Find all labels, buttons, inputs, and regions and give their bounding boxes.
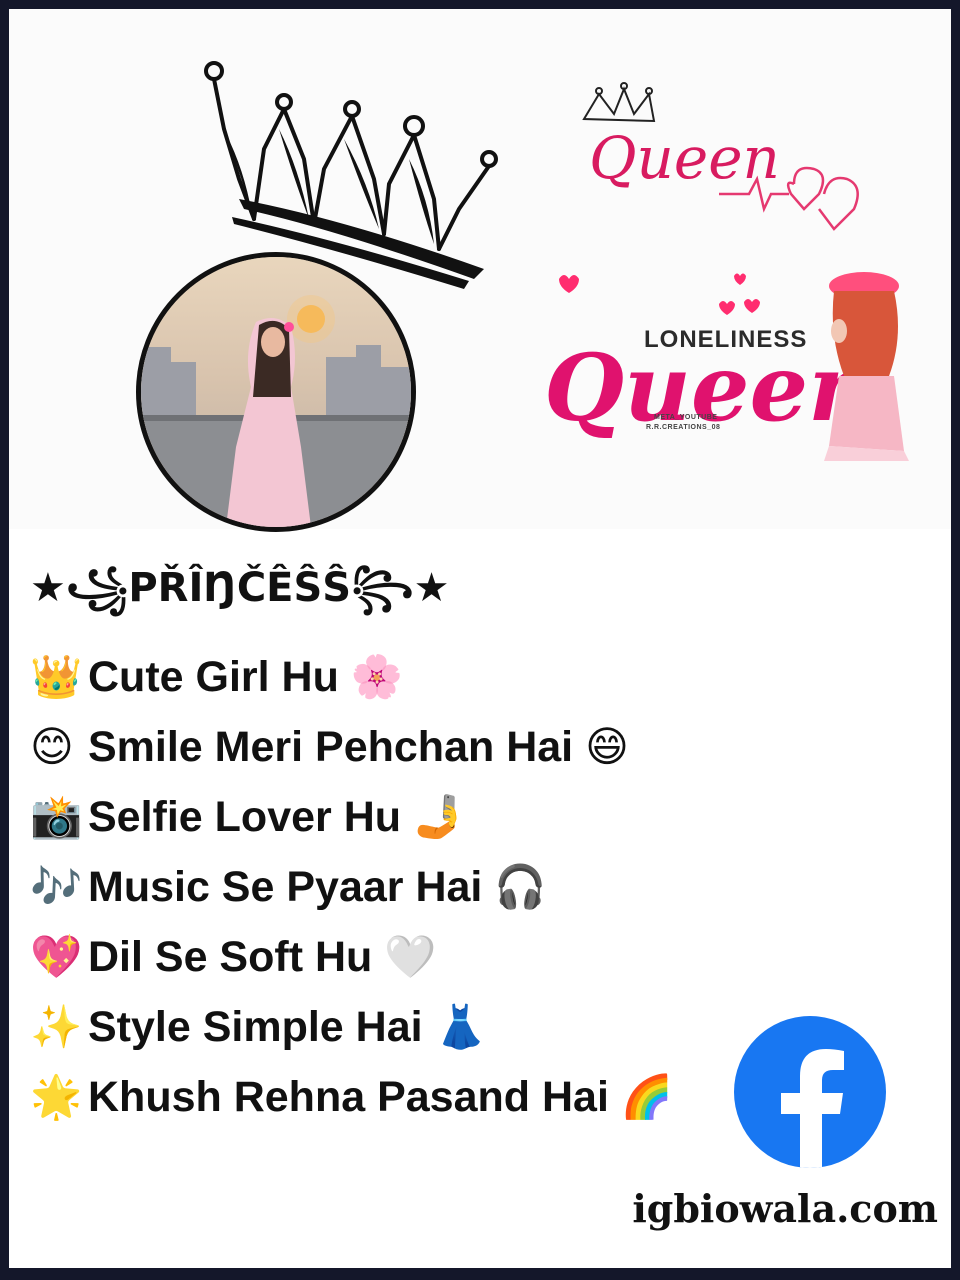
grin-emoji-icon: 😄 [585, 722, 629, 771]
hearts-icon [559, 273, 760, 315]
heartbeat-hearts-icon [719, 166, 859, 231]
bio-line: 🎶 Music Se Pyaar Hai 🎧 [30, 858, 673, 928]
crown-emoji-icon: 👑 [30, 652, 83, 701]
bio-line: 🌟 Khush Rehna Pasand Hai 🌈 [30, 1068, 673, 1138]
blossom-emoji-icon: 🌸 [350, 652, 404, 701]
headphones-emoji-icon: 🎧 [494, 862, 547, 911]
bio-list: 👑 Cute Girl Hu 🌸 😊 Smile Meri Pehchan Hai … [30, 648, 673, 1138]
smile-emoji-icon: 😊 [30, 722, 74, 771]
small-crown-icon [582, 82, 656, 123]
sparkles-emoji-icon: ✨ [30, 1002, 83, 1051]
rainbow-emoji-icon: 🌈 [620, 1072, 674, 1121]
loneliness-queen-logo: LONELINESS Queen META_YOUTUBE R.R.CREATI… [524, 264, 919, 469]
bio-line: 👑 Cute Girl Hu 🌸 [30, 648, 673, 718]
music-notes-emoji-icon: 🎶 [30, 862, 83, 911]
facebook-icon[interactable] [734, 1016, 886, 1168]
bio-line: ✨ Style Simple Hai 👗 [30, 998, 673, 1068]
bio-text: Selfie Lover Hu [88, 793, 402, 841]
page-title: ★꧁PŘÎŊČÊŜŜ꧂★ [30, 565, 450, 611]
bio-line: 😊 Smile Meri Pehchan Hai 😄 [30, 718, 673, 788]
bio-line: 📸 Selfie Lover Hu 🤳 [30, 788, 673, 858]
bio-text: Cute Girl Hu [88, 653, 339, 701]
hero-collage: Queen LONELINESS Queen META_YOUTUBE R.R.… [9, 9, 951, 532]
camera-flash-emoji-icon: 📸 [30, 792, 83, 841]
crown-icon [204, 61, 498, 289]
credit-line-1: META_YOUTUBE [654, 414, 718, 421]
dress-emoji-icon: 👗 [434, 1002, 487, 1051]
queen-logo: Queen [569, 79, 869, 249]
bio-text: Style Simple Hai [88, 1003, 423, 1051]
sparkling-heart-emoji-icon: 💖 [30, 932, 83, 981]
glowing-star-emoji-icon: 🌟 [30, 1072, 83, 1121]
bio-text: Smile Meri Pehchan Hai [88, 723, 574, 771]
bio-text: Khush Rehna Pasand Hai [88, 1073, 609, 1121]
white-heart-emoji-icon: 🤍 [384, 932, 437, 981]
bio-text: Dil Se Soft Hu [88, 933, 373, 981]
avatar [136, 252, 416, 532]
selfie-emoji-icon: 🤳 [412, 792, 466, 841]
bio-text: Music Se Pyaar Hai [88, 863, 483, 911]
credit-line-2: R.R.CREATIONS_08 [646, 424, 721, 431]
girl-illustration-icon [824, 272, 909, 461]
site-watermark[interactable]: igbiowala.com [632, 1186, 938, 1231]
bio-line: 💖 Dil Se Soft Hu 🤍 [30, 928, 673, 998]
